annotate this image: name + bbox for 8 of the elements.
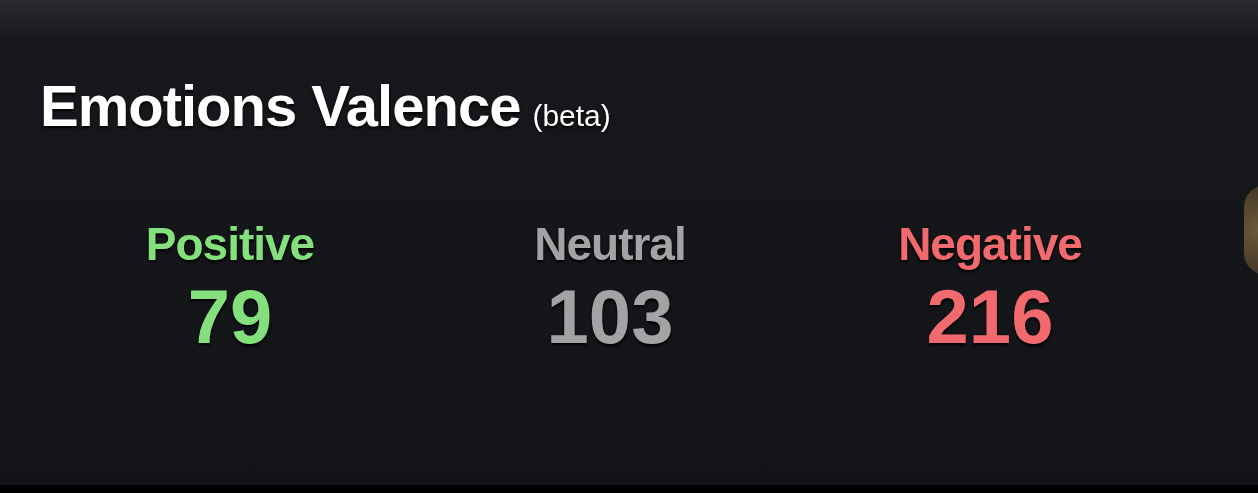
count-label: Negative [898, 217, 1082, 271]
count-value: 216 [926, 275, 1054, 359]
count-label: Neutral [534, 217, 686, 271]
panel-title: Emotions Valence [40, 72, 521, 139]
count-value: 79 [187, 275, 273, 359]
beta-label: (beta) [532, 99, 611, 133]
count-label: Positive [145, 217, 315, 271]
count-value: 103 [546, 275, 674, 359]
